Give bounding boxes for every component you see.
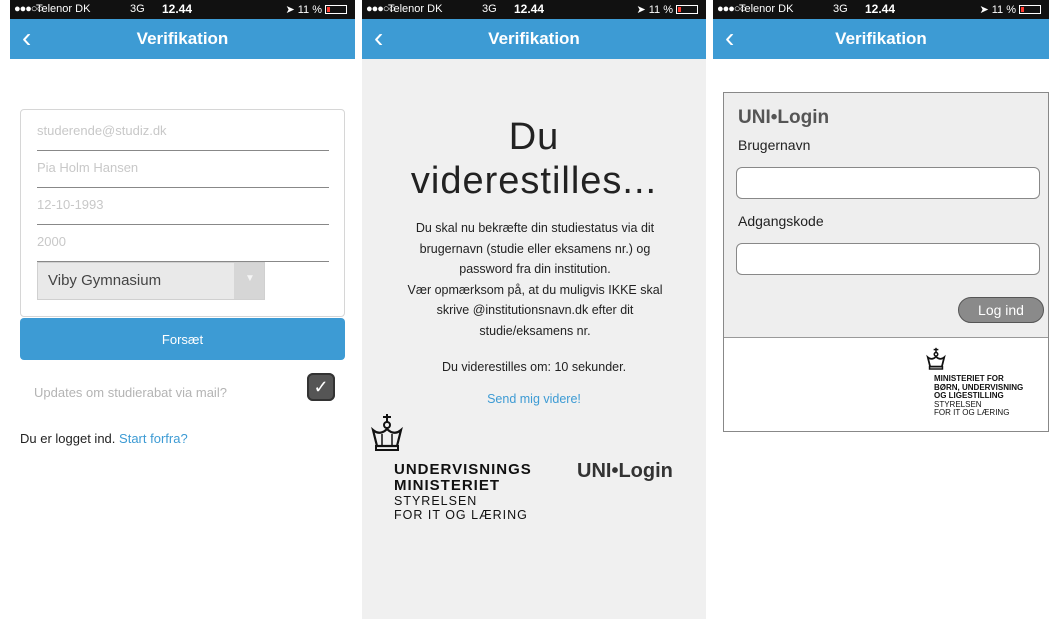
redirect-instructions: Du skal nu bekræfte din studiestatus via… [376, 218, 694, 341]
redirect-heading-line2: viderestilles... [410, 160, 658, 202]
battery-percent: 11 % [648, 3, 673, 16]
carrier-name: Telenor DK [388, 3, 443, 15]
username-input[interactable] [736, 167, 1040, 199]
school-select[interactable]: Viby Gymnasium ▼ [37, 262, 265, 300]
back-chevron-icon[interactable]: ‹ [22, 23, 31, 53]
logged-in-text: Du er logget ind. [20, 431, 116, 446]
send-me-link[interactable]: Send mig videre! [362, 392, 706, 406]
back-chevron-icon[interactable]: ‹ [725, 23, 734, 53]
crown-icon [371, 414, 403, 451]
battery-icon [325, 5, 347, 14]
nav-bar: ‹ Verifikation [10, 19, 355, 59]
ministry-logo: UNDERVISNINGS MINISTERIET STYRELSEN FOR … [394, 461, 532, 523]
network-type: 3G [482, 3, 497, 15]
instruction-line: Du skal nu bekræfte din studiestatus via… [415, 221, 655, 235]
login-button[interactable]: Log ind [958, 297, 1044, 323]
status-bar: ●●●○○ Telenor DK 3G 12.44 ➤ 11 % [362, 0, 706, 19]
redirect-heading-line1: Du [508, 116, 560, 158]
status-bar: ●●●○○ Telenor DK 3G 12.44 ➤ 11 % [10, 0, 355, 19]
unilogin-logo: UNI•Login [738, 107, 830, 128]
updates-label: Updates om studierabat via mail? [34, 385, 227, 400]
unilogin-form: UNI•Login Brugernavn Adgangskode Log ind… [723, 92, 1049, 432]
ministry-line: FOR IT OG LÆRING [394, 508, 528, 522]
status-time: 12.44 [162, 2, 193, 16]
birthdate-field[interactable]: 12-10-1993 [37, 190, 329, 225]
ministry-logo: MINISTERIET FOR BØRN, UNDERVISNING OG LI… [934, 374, 1023, 418]
password-input[interactable] [736, 243, 1040, 275]
location-arrow-icon: ➤ [979, 4, 989, 16]
screen-registration-form: ●●●○○ Telenor DK 3G 12.44 ➤ 11 % ‹ Verif… [10, 0, 355, 619]
network-type: 3G [833, 3, 848, 15]
network-type: 3G [130, 3, 145, 15]
location-arrow-icon: ➤ [285, 4, 295, 16]
status-bar: ●●●○○ Telenor DK 3G 12.44 ➤ 11 % [713, 0, 1049, 19]
ministry-line: FOR IT OG LÆRING [934, 408, 1010, 417]
continue-button[interactable]: Forsæt [20, 318, 345, 360]
back-chevron-icon[interactable]: ‹ [374, 23, 383, 53]
nav-title: Verifikation [488, 29, 580, 48]
battery-icon [1019, 5, 1041, 14]
nav-bar: ‹ Verifikation [362, 19, 706, 59]
status-right: ➤ 11 % [980, 3, 1041, 16]
instruction-line: studie/eksamens nr. [479, 323, 591, 338]
battery-percent: 11 % [297, 3, 322, 16]
login-status: Du er logget ind. Start forfra? [20, 431, 188, 446]
checkmark-icon: ✓ [313, 377, 329, 397]
battery-icon [676, 5, 698, 14]
ministry-line: STYRELSEN [394, 494, 478, 508]
status-right: ➤ 11 % [637, 3, 698, 16]
password-label: Adgangskode [738, 213, 824, 229]
status-time: 12.44 [865, 2, 896, 16]
chevron-down-icon: ▼ [245, 273, 255, 284]
carrier-name: Telenor DK [739, 3, 794, 15]
updates-checkbox[interactable]: ✓ [307, 373, 335, 401]
screen-unilogin: ●●●○○ Telenor DK 3G 12.44 ➤ 11 % ‹ Verif… [713, 0, 1049, 619]
email-field[interactable]: studerende@studiz.dk [37, 116, 329, 151]
restart-link[interactable]: Start forfra? [119, 431, 188, 446]
nav-bar: ‹ Verifikation [713, 19, 1049, 59]
redirect-countdown: Du viderestilles om: 10 sekunder. [441, 360, 627, 374]
status-right: ➤ 11 % [286, 3, 347, 16]
status-time: 12.44 [514, 2, 545, 16]
school-select-value: Viby Gymnasium [48, 272, 162, 289]
crown-icon [926, 347, 946, 370]
name-field[interactable]: Pia Holm Hansen [37, 153, 329, 188]
nav-title: Verifikation [835, 29, 927, 48]
instruction-line: brugernavn (studie eller eksamens nr.) o… [419, 241, 651, 256]
select-arrow: ▼ [234, 263, 264, 299]
unilogin-logo: UNI•Login [577, 460, 673, 482]
carrier-name: Telenor DK [36, 3, 91, 15]
zip-field[interactable]: 2000 [37, 227, 329, 262]
location-arrow-icon: ➤ [636, 4, 646, 16]
screen-redirect: ●●●○○ Telenor DK 3G 12.44 ➤ 11 % ‹ Verif… [362, 0, 706, 619]
registration-form-card: studerende@studiz.dk Pia Holm Hansen 12-… [20, 109, 345, 317]
nav-title: Verifikation [136, 29, 229, 48]
instruction-line: Vær opmærksom på, at du muligvis IKKE sk… [407, 282, 663, 297]
login-panel: UNI•Login Brugernavn Adgangskode Log ind [724, 93, 1048, 338]
ministry-line: MINISTERIET [394, 477, 501, 494]
battery-percent: 11 % [991, 3, 1016, 16]
instruction-line: password fra din institution. [459, 262, 611, 276]
username-label: Brugernavn [738, 137, 811, 153]
instruction-line: skrive @institutionsnavn.dk efter dit [436, 303, 634, 317]
ministry-line: UNDERVISNINGS [394, 461, 532, 478]
